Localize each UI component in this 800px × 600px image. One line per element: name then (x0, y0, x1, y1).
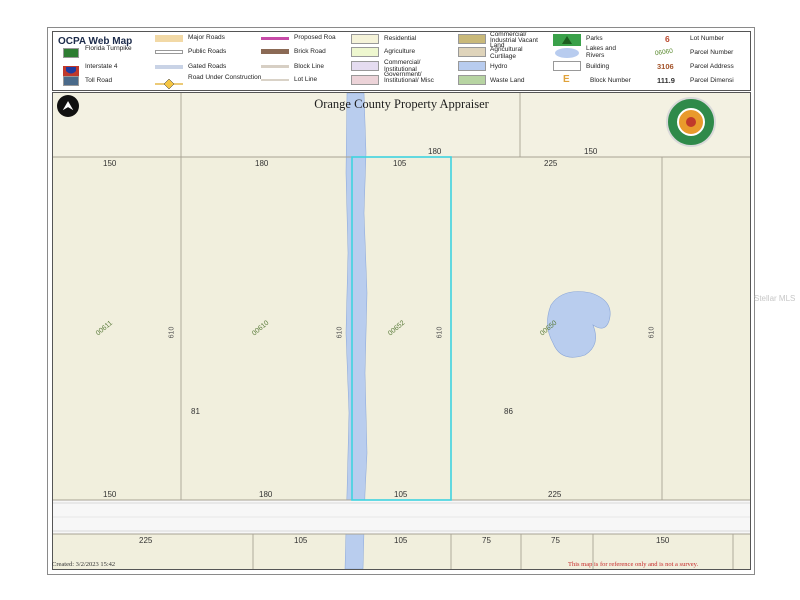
dim-upper-105: 105 (393, 159, 407, 168)
legend-parks: Parks (586, 35, 603, 42)
dim-bottom-105b: 105 (394, 536, 408, 545)
disclaimer: This map is for reference only and is no… (568, 561, 699, 568)
legend-residential: Residential (384, 35, 417, 42)
legend-toll-road: Toll Road (85, 77, 113, 84)
legend-brick-road: Brick Road (294, 48, 326, 55)
legend-parcel-dimension: Parcel Dimensi (690, 77, 734, 84)
lakes-icon (553, 46, 581, 58)
lot-line-swatch (261, 79, 289, 81)
dim-top-180: 180 (428, 147, 442, 156)
commercial-institutional-swatch (351, 61, 379, 71)
interstate-4-icon (63, 63, 79, 76)
dim-bottom-105a: 105 (294, 536, 308, 545)
created-timestamp: Created: 3/2/2023 15:42 (52, 561, 116, 568)
road-construction-icon (155, 76, 183, 90)
lot-number-sample: 6 (665, 34, 670, 44)
dim-bottom-75b: 75 (551, 536, 560, 545)
waste-land-swatch (458, 75, 486, 85)
legend-waste-land: Waste Land (490, 77, 525, 84)
legend-hydro: Hydro (490, 63, 508, 70)
ocpa-seal-logo (666, 97, 716, 147)
legend-interstate-4: Interstate 4 (85, 63, 118, 70)
legend-building: Building (586, 63, 610, 70)
legend-lot-number: Lot Number (690, 35, 724, 42)
side-mark: 610 (648, 326, 656, 339)
parcel-dimension-sample: 111.9 (657, 76, 675, 85)
dim-bottom-225: 225 (139, 536, 153, 545)
legend-gated-roads: Gated Roads (188, 63, 227, 70)
side-mark: 610 (168, 326, 176, 339)
side-mark: 610 (436, 326, 444, 339)
parks-icon (553, 33, 581, 46)
commercial-vacant-swatch (458, 34, 486, 44)
agriculture-swatch (351, 47, 379, 57)
dim-side-86: 86 (504, 407, 513, 416)
legend-agricultural-curtilage: Agricultural Curtilage (490, 46, 523, 60)
legend-road-construction: Road Under Construction (188, 74, 262, 81)
watermark: Stellar MLS (754, 294, 796, 303)
legend-florida-turnpike: Florida Turnpike (85, 45, 132, 52)
hydro-swatch (458, 61, 486, 71)
hydro-canal (344, 93, 368, 569)
residential-swatch (351, 34, 379, 44)
dim-lower-150: 150 (103, 490, 117, 499)
building-swatch (553, 61, 581, 71)
proposed-road-swatch (261, 37, 289, 40)
dim-top-150: 150 (584, 147, 598, 156)
legend-block-number: Block Number (590, 77, 631, 84)
public-roads-swatch (155, 50, 183, 54)
dim-bottom-75a: 75 (482, 536, 491, 545)
legend-parcel-address: Parcel Address (690, 63, 734, 70)
parcel-address-sample: 3106 (657, 62, 674, 71)
agricultural-curtilage-swatch (458, 47, 486, 57)
legend-lot-line: Lot Line (294, 76, 318, 83)
parcel-map[interactable]: Orange County Property Appraiser ⮝ 180 1… (52, 92, 751, 570)
dim-lower-225: 225 (548, 490, 562, 499)
brick-road-swatch (261, 49, 289, 54)
dim-bottom-150: 150 (656, 536, 670, 545)
dim-upper-150: 150 (103, 159, 117, 168)
block-number-sample: E (563, 74, 570, 85)
legend-public-roads: Public Roads (188, 48, 227, 55)
turnpike-swatch (63, 48, 79, 58)
legend-agriculture: Agriculture (384, 48, 416, 55)
dim-side-81: 81 (191, 407, 200, 416)
major-roads-swatch (155, 35, 183, 42)
side-mark: 610 (336, 326, 344, 339)
legend-major-roads: Major Roads (188, 34, 225, 41)
toll-road-swatch (63, 76, 79, 86)
legend-proposed-road: Proposed Roa (294, 34, 336, 41)
dim-lower-105: 105 (394, 490, 408, 499)
block-line-swatch (261, 65, 289, 68)
legend-block-line: Block Line (294, 63, 324, 70)
legend-parcel-number: Parcel Number (690, 49, 734, 56)
gated-roads-swatch (155, 65, 183, 69)
north-arrow-icon[interactable]: ⮝ (57, 95, 79, 117)
dim-lower-180: 180 (259, 490, 273, 499)
legend-lakes-rivers: Lakes and Rivers (586, 45, 616, 59)
dim-upper-225: 225 (544, 159, 558, 168)
map-title: Orange County Property Appraiser (314, 97, 489, 111)
parcel-number-sample: 06060 (654, 47, 674, 58)
dim-upper-180: 180 (255, 159, 269, 168)
government-swatch (351, 75, 379, 85)
map-legend: OCPA Web Map Florida Turnpike Interstate… (52, 31, 751, 91)
legend-government: Government/ Institutional/ Misc (384, 71, 434, 84)
